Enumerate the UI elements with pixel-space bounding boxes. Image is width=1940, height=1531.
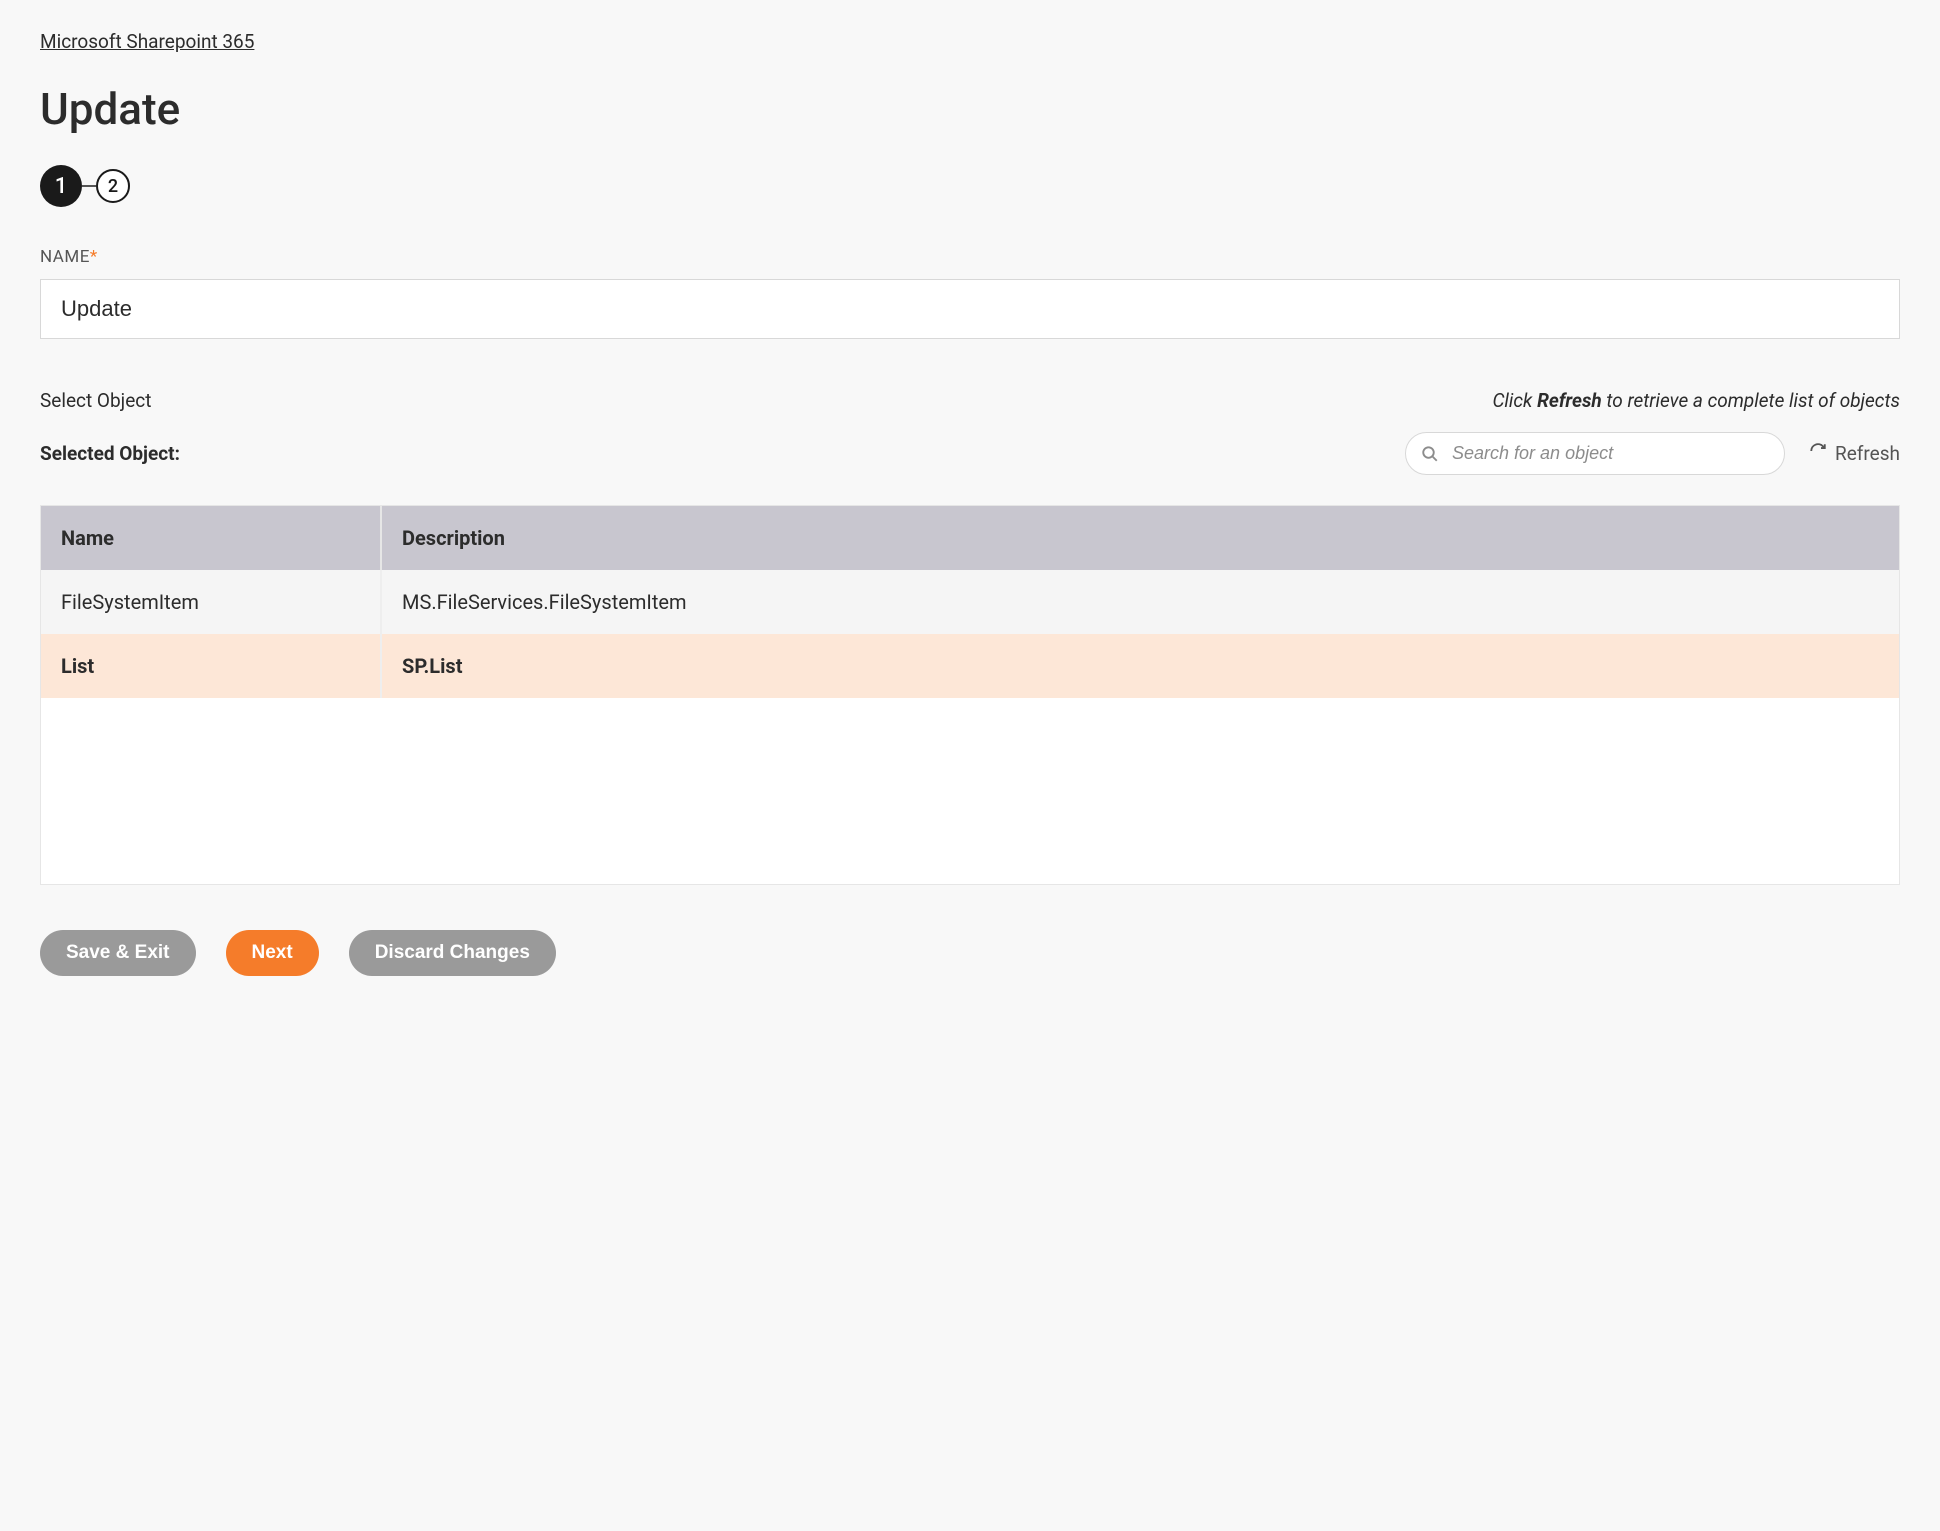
stepper: 1 2 <box>40 165 1900 207</box>
breadcrumb-link[interactable]: Microsoft Sharepoint 365 <box>40 30 254 53</box>
name-label-text: NAME <box>40 247 90 267</box>
cell-name: FileSystemItem <box>41 570 381 634</box>
search-wrapper <box>1405 432 1785 475</box>
search-icon <box>1421 445 1439 463</box>
object-table-wrapper: Name Description FileSystemItem MS.FileS… <box>40 505 1900 885</box>
next-button[interactable]: Next <box>226 930 319 976</box>
hint-prefix: Click <box>1492 389 1537 412</box>
cell-description: MS.FileServices.FileSystemItem <box>381 570 1899 634</box>
step-connector <box>82 185 96 187</box>
selected-object-label: Selected Object: <box>40 442 180 465</box>
refresh-hint: Click Refresh to retrieve a complete lis… <box>1492 389 1900 412</box>
hint-bold: Refresh <box>1537 389 1602 412</box>
search-input[interactable] <box>1405 432 1785 475</box>
footer-buttons: Save & Exit Next Discard Changes <box>40 930 1900 976</box>
select-object-label: Select Object <box>40 389 151 412</box>
required-indicator: * <box>90 247 98 267</box>
hint-suffix: to retrieve a complete list of objects <box>1602 389 1900 412</box>
cell-name: List <box>41 634 381 698</box>
cell-description: SP.List <box>381 634 1899 698</box>
name-field-label: NAME* <box>40 247 1900 267</box>
table-row[interactable]: List SP.List <box>41 634 1899 698</box>
step-2[interactable]: 2 <box>96 169 130 203</box>
refresh-button[interactable]: Refresh <box>1809 442 1900 465</box>
save-exit-button[interactable]: Save & Exit <box>40 930 196 976</box>
page-title: Update <box>40 83 1900 135</box>
refresh-icon <box>1809 442 1827 465</box>
col-header-description[interactable]: Description <box>381 506 1899 570</box>
step-1[interactable]: 1 <box>40 165 82 207</box>
name-input[interactable] <box>40 279 1900 339</box>
table-row[interactable]: FileSystemItem MS.FileServices.FileSyste… <box>41 570 1899 634</box>
discard-button[interactable]: Discard Changes <box>349 930 556 976</box>
refresh-label: Refresh <box>1835 442 1900 465</box>
col-header-name[interactable]: Name <box>41 506 381 570</box>
object-table: Name Description FileSystemItem MS.FileS… <box>41 506 1899 698</box>
table-header-row: Name Description <box>41 506 1899 570</box>
